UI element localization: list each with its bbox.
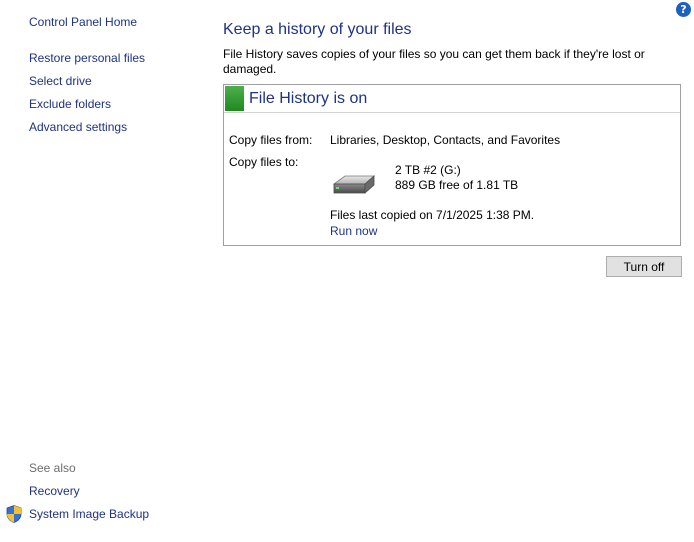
drive-space: 889 GB free of 1.81 TB (395, 178, 519, 192)
copy-to-label: Copy files to: (229, 155, 299, 169)
hard-drive-icon (332, 175, 376, 194)
copy-from-value: Libraries, Desktop, Contacts, and Favori… (330, 133, 561, 147)
page-description: File History saves copies of your files … (223, 47, 645, 76)
control-panel-home-link[interactable]: Control Panel Home (29, 15, 137, 29)
help-icon[interactable]: ? (676, 2, 691, 17)
page-title: Keep a history of your files (223, 21, 412, 38)
sidebar-item-restore-personal-files[interactable]: Restore personal files (29, 51, 145, 65)
recovery-link[interactable]: Recovery (29, 484, 80, 498)
sidebar-item-exclude-folders[interactable]: Exclude folders (29, 97, 111, 111)
status-panel: File History is on Copy files from: Libr… (223, 84, 681, 246)
see-also-heading: See also (29, 461, 76, 475)
run-now-link[interactable]: Run now (330, 224, 377, 238)
status-title: File History is on (249, 90, 368, 107)
turn-off-button[interactable]: Turn off (606, 256, 682, 277)
status-indicator-bar (225, 86, 244, 111)
status-header: File History is on (224, 85, 680, 113)
last-copied-text: Files last copied on 7/1/2025 1:38 PM. (330, 208, 535, 222)
sidebar-item-select-drive[interactable]: Select drive (29, 74, 92, 88)
copy-from-label: Copy files from: (229, 133, 313, 147)
shield-icon (6, 505, 22, 523)
system-image-backup-link[interactable]: System Image Backup (29, 507, 149, 521)
drive-name: 2 TB #2 (G:) (395, 163, 461, 177)
sidebar-item-advanced-settings[interactable]: Advanced settings (29, 120, 127, 134)
